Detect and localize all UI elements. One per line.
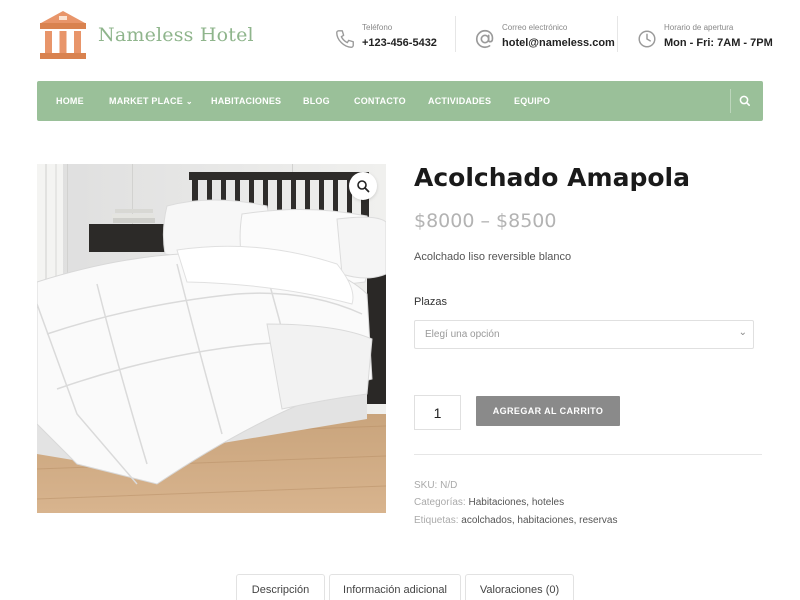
product-categories: Categorías: Habitaciones, hoteles	[414, 497, 564, 508]
nav-item-home[interactable]: HOME	[56, 81, 84, 121]
nav-item-label: BLOG	[303, 96, 330, 106]
nav-item-market-place[interactable]: MARKET PLACE ⌄	[109, 81, 193, 121]
hours-value: Mon - Fri: 7AM - 7PM	[664, 37, 773, 49]
nav-item-label: HOME	[56, 96, 84, 106]
nav-item-label: EQUIPO	[514, 96, 551, 106]
nav-item-label: MARKET PLACE	[109, 96, 183, 106]
tab-valoraciones[interactable]: Valoraciones (0)	[465, 574, 574, 600]
category-link[interactable]: hoteles	[532, 497, 564, 508]
nav-item-blog[interactable]: BLOG	[303, 81, 330, 121]
nav-divider	[730, 89, 731, 113]
zoom-button[interactable]	[349, 172, 377, 200]
nav-item-actividades[interactable]: ACTIVIDADES	[428, 81, 491, 121]
at-icon	[475, 29, 494, 49]
category-link[interactable]: Habitaciones	[468, 497, 526, 508]
product-tags: Etiquetas: acolchados, habitaciones, res…	[414, 515, 618, 526]
quantity-input[interactable]: 1	[414, 395, 461, 430]
product-price: $8000 – $8500	[414, 210, 557, 232]
site-title[interactable]: Nameless Hotel	[98, 24, 254, 46]
main-nav: HOME MARKET PLACE ⌄ HABITACIONES BLOG CON…	[37, 81, 763, 121]
tag-link[interactable]: acolchados	[461, 515, 512, 526]
chevron-down-icon: ⌄	[738, 327, 747, 338]
nav-item-equipo[interactable]: EQUIPO	[514, 81, 550, 121]
bed-photo	[37, 164, 386, 513]
email-value[interactable]: hotel@nameless.com	[502, 35, 615, 51]
variation-select-value: Elegí una opción	[425, 329, 500, 340]
add-to-cart-button[interactable]: AGREGAR AL CARRITO	[476, 396, 620, 426]
sku-label: SKU:	[414, 480, 438, 491]
tags-label: Etiquetas:	[414, 515, 459, 526]
summary-divider	[414, 454, 762, 455]
nav-item-habitaciones[interactable]: HABITACIONES	[211, 81, 281, 121]
nav-item-label: HABITACIONES	[211, 96, 282, 106]
product-sku: SKU: N/D	[414, 480, 457, 491]
nav-item-contacto[interactable]: CONTACTO	[354, 81, 406, 121]
phone-value[interactable]: +123-456-5432	[362, 35, 437, 51]
magnifier-icon	[357, 180, 370, 193]
chevron-down-icon: ⌄	[185, 97, 193, 106]
phone-icon	[336, 30, 354, 48]
email-label: Correo electrónico	[502, 23, 568, 32]
header-divider	[455, 16, 456, 52]
tag-link[interactable]: habitaciones	[517, 515, 573, 526]
sku-value: N/D	[440, 480, 458, 491]
clock-icon	[638, 30, 656, 48]
product-short-description: Acolchado liso reversible blanco	[414, 251, 572, 263]
tab-descripcion[interactable]: Descripción	[236, 574, 325, 600]
contact-phone: Teléfono +123-456-5432	[334, 22, 437, 51]
hours-label: Horario de apertura	[664, 23, 734, 32]
nav-item-label: ACTIVIDADES	[428, 96, 492, 106]
contact-email: Correo electrónico hotel@nameless.com	[474, 22, 615, 51]
nav-item-label: CONTACTO	[354, 96, 406, 106]
variation-select[interactable]: Elegí una opción ⌄	[414, 320, 754, 349]
temple-logo-icon	[40, 11, 86, 59]
product-title: Acolchado Amapola	[414, 163, 690, 192]
phone-label: Teléfono	[362, 23, 393, 32]
categories-label: Categorías:	[414, 497, 466, 508]
product-image[interactable]	[37, 164, 386, 513]
tab-informacion-adicional[interactable]: Información adicional	[329, 574, 461, 600]
contact-hours: Horario de apertura Mon - Fri: 7AM - 7PM	[636, 22, 773, 51]
site-logo[interactable]: Nameless Hotel	[37, 9, 254, 61]
site-header: Nameless Hotel Teléfono +123-456-5432 Co…	[0, 0, 800, 80]
search-icon[interactable]	[736, 92, 754, 110]
variation-label: Plazas	[414, 296, 448, 308]
tag-link[interactable]: reservas	[579, 515, 617, 526]
header-divider	[617, 16, 618, 52]
